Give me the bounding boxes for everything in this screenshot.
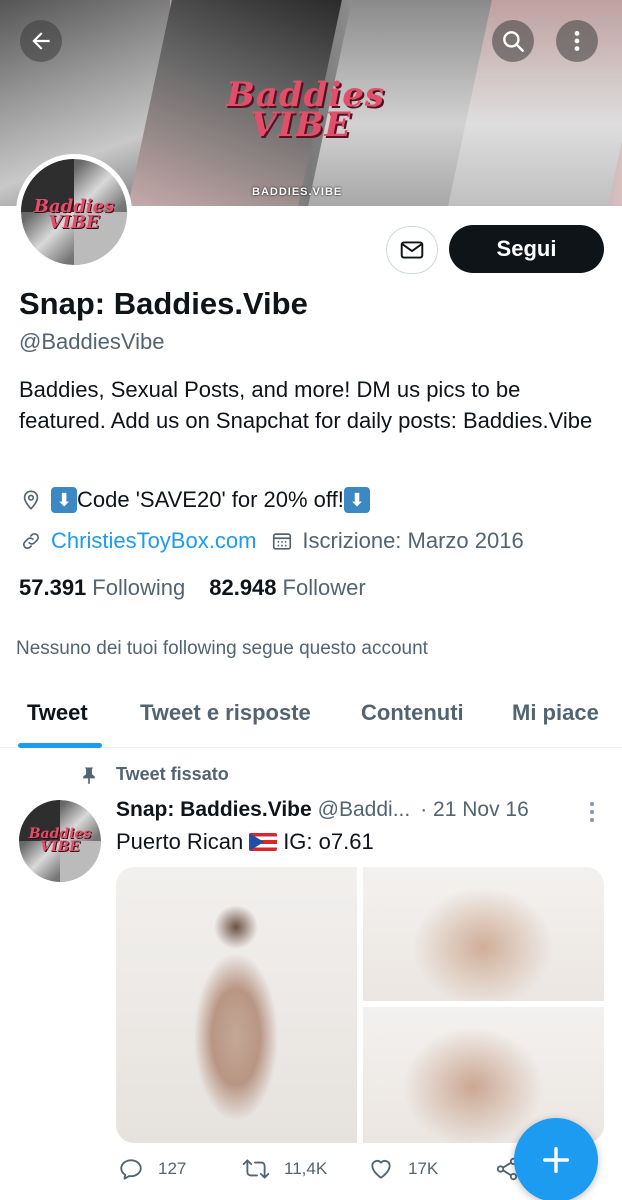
compose-tweet-button[interactable] xyxy=(514,1118,598,1200)
followers-count: 82.948 xyxy=(209,575,277,600)
pinned-label: Tweet fissato xyxy=(78,764,229,785)
avatar-image: Baddies VIBE xyxy=(19,800,101,882)
avatar-logo: Baddies VIBE xyxy=(28,826,92,855)
active-tab-indicator xyxy=(18,743,102,748)
tweet-date[interactable]: · 21 Nov 16 xyxy=(420,798,529,822)
join-date-text: Iscrizione: Marzo 2016 xyxy=(302,528,524,553)
profile-location: ⬇ Code 'SAVE20' for 20% off! ⬇ xyxy=(19,486,370,514)
down-arrow-emoji: ⬇ xyxy=(343,487,370,513)
avatar-logo: Baddies VIBE xyxy=(33,196,115,233)
website-link[interactable]: ChristiesToyBox.com xyxy=(51,528,256,554)
down-arrow-emoji: ⬇ xyxy=(51,487,77,513)
following-link[interactable]: 57.391 Following xyxy=(19,575,185,601)
tweet-text-part: Puerto Rican xyxy=(116,829,244,854)
tweet-media-grid xyxy=(116,867,604,1143)
profile-avatar[interactable]: Baddies VIBE xyxy=(16,154,132,270)
followers-link[interactable]: 82.948 Follower xyxy=(209,575,365,601)
profile-meta-links: ChristiesToyBox.com Iscrizione: Marzo 20… xyxy=(19,527,524,555)
puerto-rico-flag-icon xyxy=(249,833,278,851)
profile-tabs: Tweet Tweet e risposte Contenuti Mi piac… xyxy=(0,686,622,748)
message-button[interactable] xyxy=(386,226,438,274)
mutual-followers-note: Nessuno dei tuoi following segue questo … xyxy=(16,638,428,659)
mail-icon xyxy=(400,241,424,259)
location-text: Code 'SAVE20' for 20% off! xyxy=(77,487,344,512)
reply-count: 127 xyxy=(158,1159,187,1178)
link-icon xyxy=(19,529,43,553)
tab-tweet-replies[interactable]: Tweet e risposte xyxy=(140,700,311,726)
search-button[interactable] xyxy=(492,20,534,62)
tweet-text: Puerto Rican IG: o7.61 xyxy=(116,829,374,855)
retweet-count: 11,4K xyxy=(284,1159,328,1178)
tweet-author-name[interactable]: Snap: Baddies.Vibe xyxy=(116,798,312,822)
back-button[interactable] xyxy=(20,20,62,62)
tab-likes[interactable]: Mi piace xyxy=(512,700,599,726)
avatar-image: Baddies VIBE xyxy=(21,159,127,265)
heart-icon xyxy=(371,1160,391,1179)
search-icon xyxy=(503,31,524,52)
retweet-button[interactable]: 11,4K xyxy=(242,1156,327,1182)
like-button[interactable]: 17K xyxy=(368,1156,438,1182)
following-label: Following xyxy=(92,575,186,600)
followers-label: Follower xyxy=(282,575,366,600)
tweet-header: Snap: Baddies.Vibe @Baddi... · 21 Nov 16 xyxy=(116,798,606,822)
following-count: 57.391 xyxy=(19,575,87,600)
profile-bio: Baddies, Sexual Posts, and more! DM us p… xyxy=(19,377,593,433)
retweet-icon xyxy=(242,1159,270,1179)
plus-icon xyxy=(542,1146,570,1174)
follow-button[interactable]: Segui xyxy=(449,225,604,273)
tweet-more-icon[interactable] xyxy=(586,800,598,824)
tweet-avatar[interactable]: Baddies VIBE xyxy=(19,800,101,882)
banner-logo: Baddies VIBE xyxy=(226,75,386,145)
tweet-author-handle: @Baddi... xyxy=(317,798,411,821)
location-pin-icon xyxy=(19,488,43,512)
more-vertical-icon xyxy=(574,31,580,51)
more-options-button[interactable] xyxy=(556,20,598,62)
reply-button[interactable]: 127 xyxy=(118,1156,186,1182)
tab-tweet[interactable]: Tweet xyxy=(27,700,88,726)
banner-tag: BADDIES.VIBE xyxy=(252,186,343,198)
calendar-icon xyxy=(270,529,294,553)
tweet-actions: 127 11,4K 17K xyxy=(116,1156,518,1186)
follow-counts: 57.391 Following 82.948 Follower xyxy=(19,575,366,601)
reply-icon xyxy=(120,1159,142,1180)
join-date: Iscrizione: Marzo 2016 xyxy=(270,528,524,554)
tweet-photo[interactable] xyxy=(116,867,357,1143)
profile-handle: @BaddiesVibe xyxy=(19,329,165,354)
tab-media[interactable]: Contenuti xyxy=(361,700,464,726)
like-count: 17K xyxy=(408,1159,439,1178)
tweet-text-part: IG: o7.61 xyxy=(283,829,374,854)
arrow-left-icon xyxy=(32,32,50,50)
profile-name: Snap: Baddies.Vibe xyxy=(19,286,308,321)
tweet-photo[interactable] xyxy=(363,867,604,1001)
pinned-text: Tweet fissato xyxy=(116,764,229,784)
pin-icon xyxy=(78,765,100,785)
